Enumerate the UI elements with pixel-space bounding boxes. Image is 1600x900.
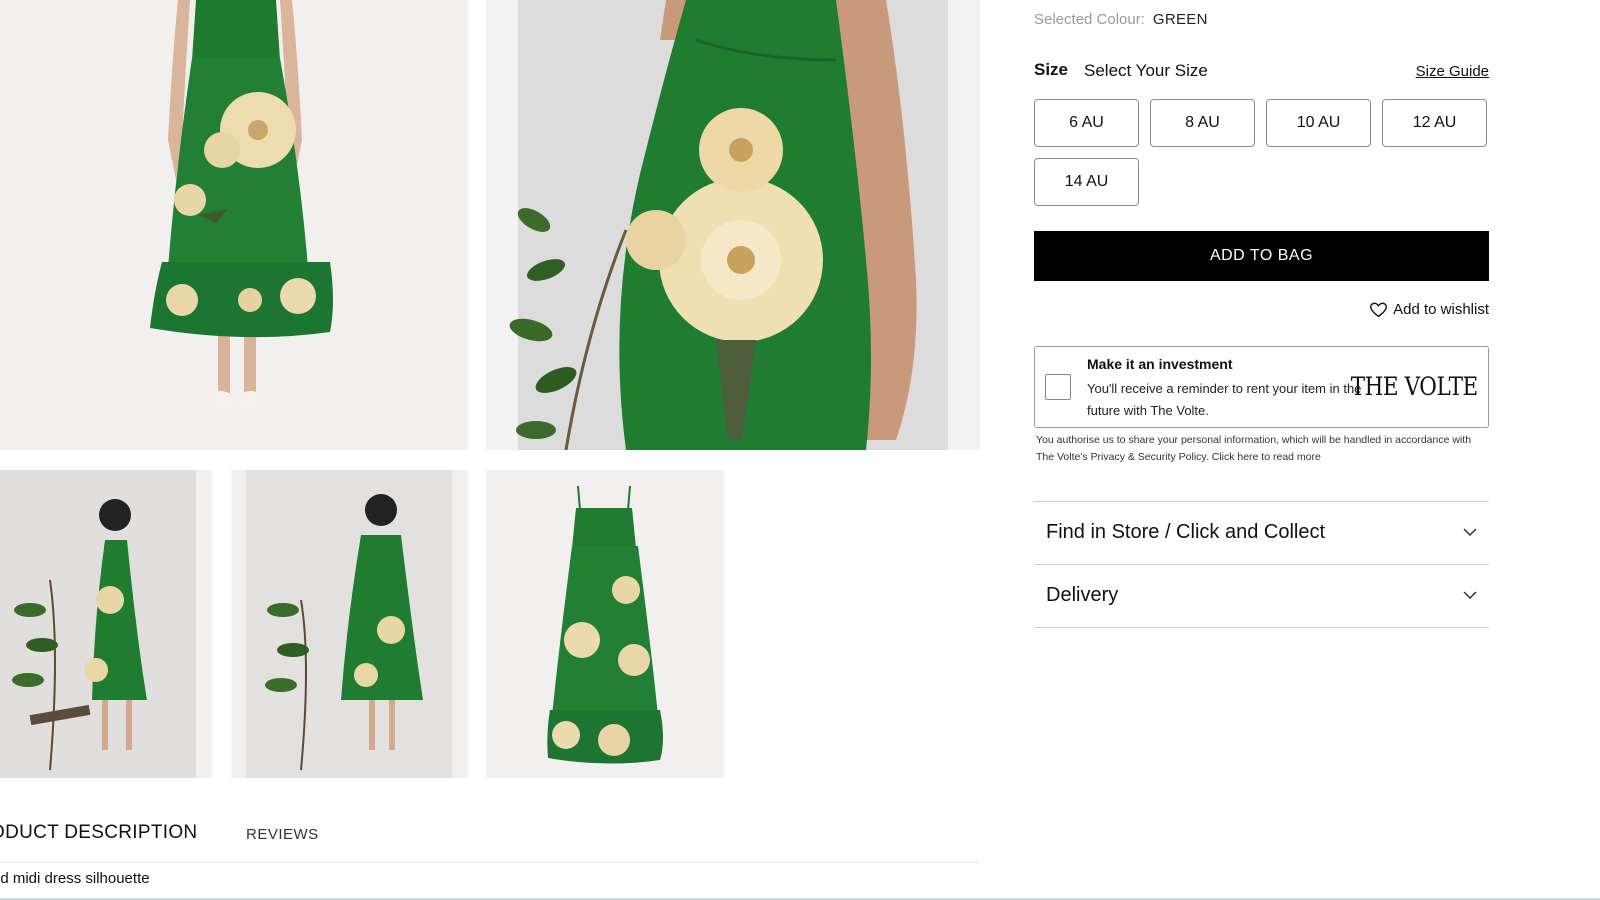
size-option-10[interactable]: 10 AU [1266,99,1371,147]
size-option-12[interactable]: 12 AU [1382,99,1487,147]
size-option-14[interactable]: 14 AU [1034,158,1139,206]
add-to-wishlist-button[interactable]: Add to wishlist [1370,301,1489,318]
add-to-bag-button[interactable]: ADD TO BAG [1034,231,1489,281]
wishlist-label: Add to wishlist [1393,301,1489,318]
flat-dress-image [486,470,724,778]
investment-description: You'll receive a reminder to rent your i… [1087,381,1362,418]
tab-product-description[interactable]: ODUCT DESCRIPTION [0,822,197,844]
product-description-text: ed midi dress silhouette [0,870,150,887]
accordion-find-in-store[interactable]: Find in Store / Click and Collect [1034,501,1489,563]
chevron-down-icon [1463,591,1477,600]
accordion-delivery[interactable]: Delivery [1034,564,1489,626]
side-dress-image [0,470,212,778]
front-dress-image [0,0,468,450]
product-image-back[interactable] [231,470,468,778]
chevron-down-icon [1463,528,1477,537]
size-prompt: Select Your Size [1084,61,1208,80]
size-option-6[interactable]: 6 AU [1034,99,1139,147]
tabs-divider [0,862,980,863]
colour-value: GREEN [1152,11,1208,28]
accordion-delivery-label: Delivery [1046,584,1119,606]
tab-reviews[interactable]: REVIEWS [246,826,319,843]
size-option-8[interactable]: 8 AU [1150,99,1255,147]
size-header: Size Select Your Size Size Guide [1034,60,1489,84]
product-tabs: ODUCT DESCRIPTION REVIEWS [0,822,980,862]
product-image-flat[interactable] [486,470,724,778]
size-label: Size [1034,60,1069,79]
detail-dress-image [486,0,980,450]
investment-consent-text[interactable]: You authorise us to share your personal … [1036,432,1491,465]
the-volte-logo: THE VOLTE [1350,372,1479,401]
size-guide-link[interactable]: Size Guide [1416,63,1489,80]
colour-label: Selected Colour: [1034,11,1145,28]
accordion-find-in-store-label: Find in Store / Click and Collect [1046,521,1326,543]
investment-title: Make it an investment [1087,356,1233,372]
back-dress-image [231,470,468,778]
accordion-divider [1034,627,1489,628]
heart-icon [1370,302,1388,317]
product-image-front[interactable] [0,0,468,450]
product-purchase-panel: Selected Colour: GREEN Size Select Your S… [1034,0,1489,900]
investment-option: Make it an investment You'll receive a r… [1034,346,1489,428]
product-image-detail[interactable] [486,0,980,450]
investment-checkbox[interactable] [1045,374,1071,400]
product-image-side[interactable] [0,470,212,778]
selected-colour: Selected Colour: GREEN [1034,11,1208,28]
